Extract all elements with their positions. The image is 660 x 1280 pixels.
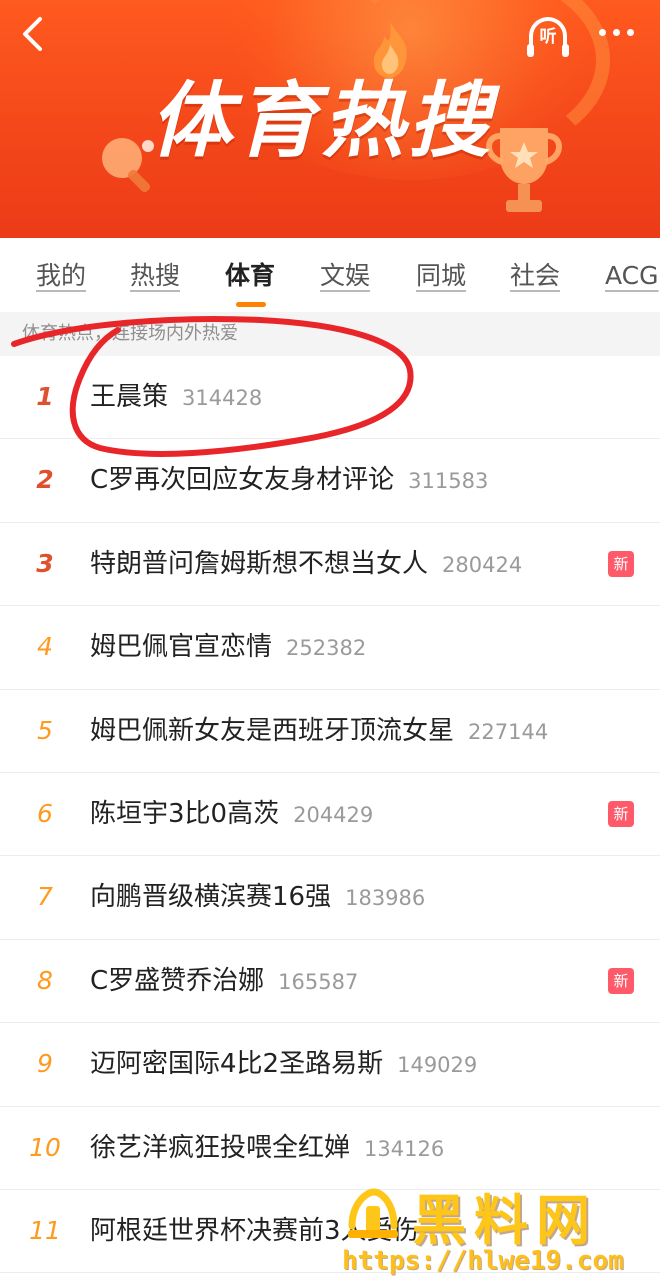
heat-count: 204429 [293, 802, 374, 827]
new-badge: 新 [608, 550, 634, 577]
rank-number: 5 [37, 715, 53, 745]
list-item[interactable]: 5 姆巴佩新女友是西班牙顶流女星 227144 [0, 689, 660, 773]
tab-local[interactable]: 同城 [416, 256, 466, 296]
topic-title: 姆巴佩新女友是西班牙顶流女星 [90, 715, 455, 746]
new-badge: 新 [608, 967, 634, 994]
list-item[interactable]: 6 陈垣宇3比0高茨 204429 新 [0, 772, 660, 857]
topic-title: 徐艺洋疯狂投喂全红婵 [90, 1132, 351, 1163]
back-button[interactable] [12, 14, 52, 54]
rank-number: 1 [36, 382, 54, 411]
listen-label: 听 [539, 27, 557, 47]
watermark-logo-icon [348, 1188, 398, 1238]
tab-hot-search[interactable]: 热搜 [130, 256, 180, 296]
more-dot-icon [598, 28, 606, 36]
tab-society[interactable]: 社会 [510, 256, 560, 296]
headphones-ear-right [562, 44, 569, 57]
heat-count: 134126 [364, 1136, 445, 1161]
topic-title: 向鹏晋级横滨赛16强 [90, 882, 332, 913]
topic-title: 姆巴佩官宣恋情 [90, 632, 273, 663]
heat-count: 227144 [468, 719, 549, 744]
more-dot-icon [626, 28, 634, 36]
page: 听 体育热搜 我的 热搜 体育 文娱 同城 社会 ACG 体育热点，连接场内外热… [0, 0, 660, 1280]
list-item[interactable]: 1 王晨策 314428 [0, 356, 660, 440]
tab-mine[interactable]: 我的 [36, 256, 86, 296]
headphones-ear-left [527, 44, 534, 57]
torch-flame-icon [373, 22, 407, 78]
chevron-left-icon [23, 17, 42, 51]
topic-title: 迈阿密国际4比2圣路易斯 [90, 1049, 384, 1080]
hot-search-list: 1 王晨策 314428 2 C罗再次回应女友身材评论 311583 3 特朗普问詹… [0, 356, 660, 1274]
heat-count: 252382 [286, 636, 367, 661]
list-item[interactable]: 8 C罗盛赞乔治娜 165587 新 [0, 939, 660, 1024]
topic-title: 特朗普问詹姆斯想不想当女人 [90, 548, 429, 579]
tab-entertainment[interactable]: 文娱 [320, 256, 370, 296]
heat-count: 149029 [397, 1053, 478, 1078]
rank-number: 8 [37, 965, 53, 995]
heat-count: 183986 [345, 886, 426, 911]
site-watermark: 黑料网 https://hlwe19.com [340, 1180, 660, 1280]
category-tabs: 我的 热搜 体育 文娱 同城 社会 ACG [0, 238, 660, 312]
tab-sports[interactable]: 体育 [225, 256, 275, 296]
active-tab-indicator [236, 302, 266, 307]
rank-number: 11 [29, 1215, 61, 1245]
more-dot-icon [612, 28, 620, 36]
topic-title: 王晨策 [90, 382, 169, 412]
topic-title: C罗盛赞乔治娜 [90, 965, 265, 996]
rank-number: 2 [36, 465, 54, 495]
listen-button[interactable]: 听 [526, 14, 570, 57]
more-options-button[interactable] [590, 16, 642, 48]
rank-number: 7 [37, 882, 53, 912]
section-subtitle: 体育热点，连接场内外热爱 [0, 312, 660, 356]
header-banner: 听 体育热搜 [0, 0, 660, 238]
new-badge: 新 [608, 800, 634, 827]
watermark-url: https://hlwe19.com [342, 1246, 624, 1276]
page-title: 体育热搜 [150, 74, 494, 169]
heat-count: 311583 [408, 469, 489, 494]
list-item[interactable]: 2 C罗再次回应女友身材评论 311583 [0, 439, 660, 523]
list-item[interactable]: 3 特朗普问詹姆斯想不想当女人 280424 新 [0, 522, 660, 607]
list-item[interactable]: 9 迈阿密国际4比2圣路易斯 149029 [0, 1023, 660, 1107]
topic-title: C罗再次回应女友身材评论 [90, 465, 395, 496]
heat-count: 314428 [182, 386, 263, 410]
rank-number: 6 [37, 798, 53, 828]
rank-number: 4 [37, 632, 53, 662]
heat-count: 165587 [278, 969, 359, 994]
list-item[interactable]: 7 向鹏晋级横滨赛16强 183986 [0, 856, 660, 940]
topic-title: 陈垣宇3比0高茨 [90, 798, 280, 829]
rank-number: 3 [36, 548, 54, 578]
rank-number: 9 [37, 1049, 53, 1079]
watermark-title: 黑料网 [412, 1189, 598, 1252]
rank-number: 10 [29, 1132, 61, 1162]
heat-count: 280424 [442, 552, 523, 577]
list-item[interactable]: 4 姆巴佩官宣恋情 252382 [0, 606, 660, 690]
tab-acg[interactable]: ACG [605, 256, 659, 296]
